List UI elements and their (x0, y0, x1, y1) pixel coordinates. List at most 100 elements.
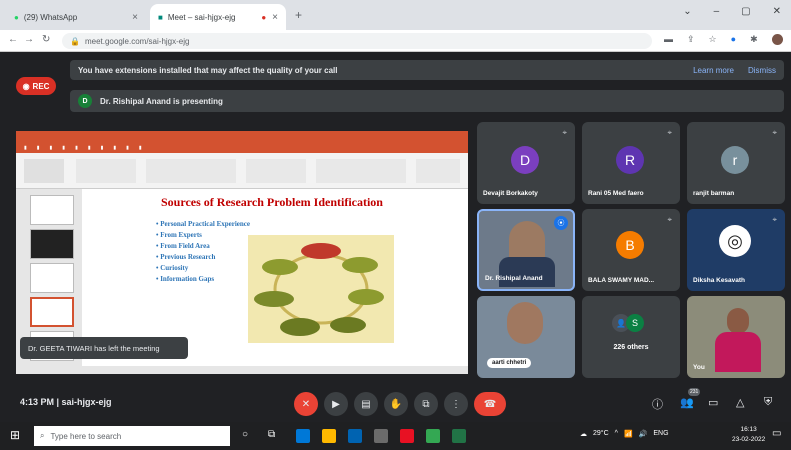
clock-date: 23-02-2022 (732, 436, 766, 443)
bookmark-star-icon[interactable]: ☆ (709, 34, 717, 45)
tab-search-icon[interactable]: ⌄ (683, 6, 691, 17)
participant-avatar: B (616, 231, 644, 259)
speaking-indicator-icon: ⦿ (554, 216, 568, 230)
more-options-button[interactable]: ⋮ (444, 392, 468, 416)
pin-icon[interactable]: ⌖ (667, 215, 672, 225)
clock-time: 16:13 (740, 426, 757, 433)
powerpoint-ribbon-tabs: ▮ ▮ ▮ ▮ ▮ ▮ ▮ ▮ ▮ ▮ (16, 143, 468, 153)
bullet-item: • Curiosity (156, 264, 189, 272)
chrome-icon[interactable] (426, 429, 440, 443)
obs-logo-icon: ◎ (719, 225, 751, 257)
maximize-button[interactable]: ▢ (741, 6, 750, 17)
slide-thumbnail-selected[interactable] (30, 297, 74, 327)
activities-icon[interactable]: △ (736, 396, 744, 409)
network-icon[interactable]: 📶 (624, 430, 633, 438)
reload-icon[interactable]: ↻ (42, 34, 50, 45)
participant-name: Diksha Kesavath (693, 277, 746, 284)
bullet-item: • From Experts (156, 231, 202, 239)
tab-meet[interactable]: ■ Meet – sai-hjgx-ejg ● × (150, 4, 286, 30)
dismiss-link[interactable]: Dismiss (748, 66, 776, 75)
tab-whatsapp[interactable]: ● (29) WhatsApp × (6, 4, 146, 30)
learn-more-link[interactable]: Learn more (693, 66, 734, 75)
present-now-button[interactable]: ⧉ (414, 392, 438, 416)
slide-thumbnail[interactable] (30, 195, 74, 225)
file-explorer-icon[interactable] (322, 429, 336, 443)
minimize-button[interactable]: – (714, 6, 720, 17)
extension-icon[interactable]: ● (731, 34, 736, 45)
profile-avatar[interactable] (771, 34, 783, 45)
notification-icon[interactable]: ▭ (772, 428, 781, 439)
recording-badge: ◉ REC (16, 77, 56, 95)
weather-icon: ☁ (580, 431, 587, 438)
presenting-bar: D Dr. Rishipal Anand is presenting (70, 90, 784, 112)
participant-tile-video[interactable]: aarti chhetri (477, 296, 575, 378)
camera-icon[interactable]: ▬ (664, 34, 673, 45)
mic-off-button[interactable]: ✕ (294, 392, 318, 416)
bullet-item: • Information Gaps (156, 275, 215, 283)
participant-avatar: R (616, 146, 644, 174)
self-tile[interactable]: You (687, 296, 785, 378)
participant-name: Dr. Rishipal Anand (485, 275, 543, 282)
camera-button[interactable]: ▶ (324, 392, 348, 416)
others-count: 226 others (613, 344, 649, 351)
search-placeholder: Type here to search (50, 431, 122, 441)
search-icon: ⌕ (40, 431, 45, 440)
participant-tile[interactable]: ⌖ R Rani 05 Med faero (582, 122, 680, 204)
excel-icon[interactable] (452, 429, 466, 443)
system-tray: ☁ 29°C ^ 📶 🔊 ENG (580, 430, 669, 438)
new-tab-button[interactable]: + (295, 8, 302, 22)
forward-icon[interactable]: → (24, 34, 34, 45)
cortana-icon[interactable]: ○ (242, 429, 248, 440)
participant-name: ranjit barman (693, 190, 735, 197)
slide-thumbnail[interactable] (30, 263, 74, 293)
meet-window: You have extensions installed that may a… (0, 52, 791, 422)
captions-button[interactable]: ▤ (354, 392, 378, 416)
participant-tile[interactable]: ⌖ r ranjit barman (687, 122, 785, 204)
store-icon[interactable] (348, 429, 362, 443)
presenting-text: Dr. Rishipal Anand is presenting (100, 96, 223, 106)
participant-video (499, 257, 555, 287)
tab-title: (29) WhatsApp (23, 12, 78, 22)
time-and-meeting-code: 4:13 PM | sai-hjgx-ejg (20, 397, 112, 407)
volume-icon[interactable]: 🔊 (639, 430, 648, 438)
toolbar-icons: ▬ ⇪ ☆ ● ✱ ⋮ (664, 34, 791, 45)
close-tab-icon[interactable]: × (132, 12, 138, 23)
language[interactable]: ENG (653, 430, 668, 438)
host-controls-icon[interactable]: ⛨ (764, 396, 772, 409)
app-icon[interactable] (400, 429, 414, 443)
participant-tile[interactable]: ⌖ D Devajit Borkakoty (477, 122, 575, 204)
others-tile[interactable]: 👤 S 226 others (582, 296, 680, 378)
temperature: 29°C (593, 430, 609, 437)
info-icon[interactable]: ⓘ (652, 396, 663, 412)
end-call-button[interactable]: ☎ (474, 392, 506, 416)
raise-hand-button[interactable]: ✋ (384, 392, 408, 416)
people-icon[interactable]: 👥 (680, 396, 694, 409)
photos-icon[interactable] (374, 429, 388, 443)
powerpoint-ribbon (16, 153, 468, 189)
pin-icon[interactable]: ⌖ (772, 215, 777, 225)
participant-tile[interactable]: ⌖ B BALA SWAMY MAD... (582, 209, 680, 291)
pin-icon[interactable]: ⌖ (772, 128, 777, 138)
pin-icon[interactable]: ⌖ (667, 128, 672, 138)
participant-tile[interactable]: ⌖ ◎ Diksha Kesavath (687, 209, 785, 291)
participant-name: aarti chhetri (492, 360, 527, 366)
close-tab-icon[interactable]: × (272, 12, 278, 23)
task-view-icon[interactable]: ⧉ (268, 429, 275, 440)
slide-thumbnail[interactable] (30, 229, 74, 259)
powerpoint-title-bar (16, 131, 468, 143)
puzzle-icon[interactable]: ✱ (750, 34, 758, 45)
tray-chevron-icon[interactable]: ^ (615, 430, 618, 438)
back-icon[interactable]: ← (8, 34, 18, 45)
participant-tile-video-speaking[interactable]: ⦿ Dr. Rishipal Anand (477, 209, 575, 291)
edge-icon[interactable] (296, 429, 310, 443)
clock[interactable]: 16:13 23-02-2022 (732, 425, 765, 445)
close-window-button[interactable]: ✕ (773, 6, 781, 17)
share-icon[interactable]: ⇪ (687, 34, 695, 45)
url-input[interactable]: 🔒 meet.google.com/sai-hjgx-ejg (62, 33, 652, 49)
taskbar-search-box[interactable]: ⌕ Type here to search (34, 426, 230, 446)
pin-icon[interactable]: ⌖ (562, 128, 567, 138)
recording-dot-icon: ● (261, 12, 267, 22)
meet-icon: ■ (158, 12, 163, 22)
chat-icon[interactable]: ▭ (708, 396, 718, 409)
windows-start-icon[interactable]: ⊞ (10, 428, 20, 442)
